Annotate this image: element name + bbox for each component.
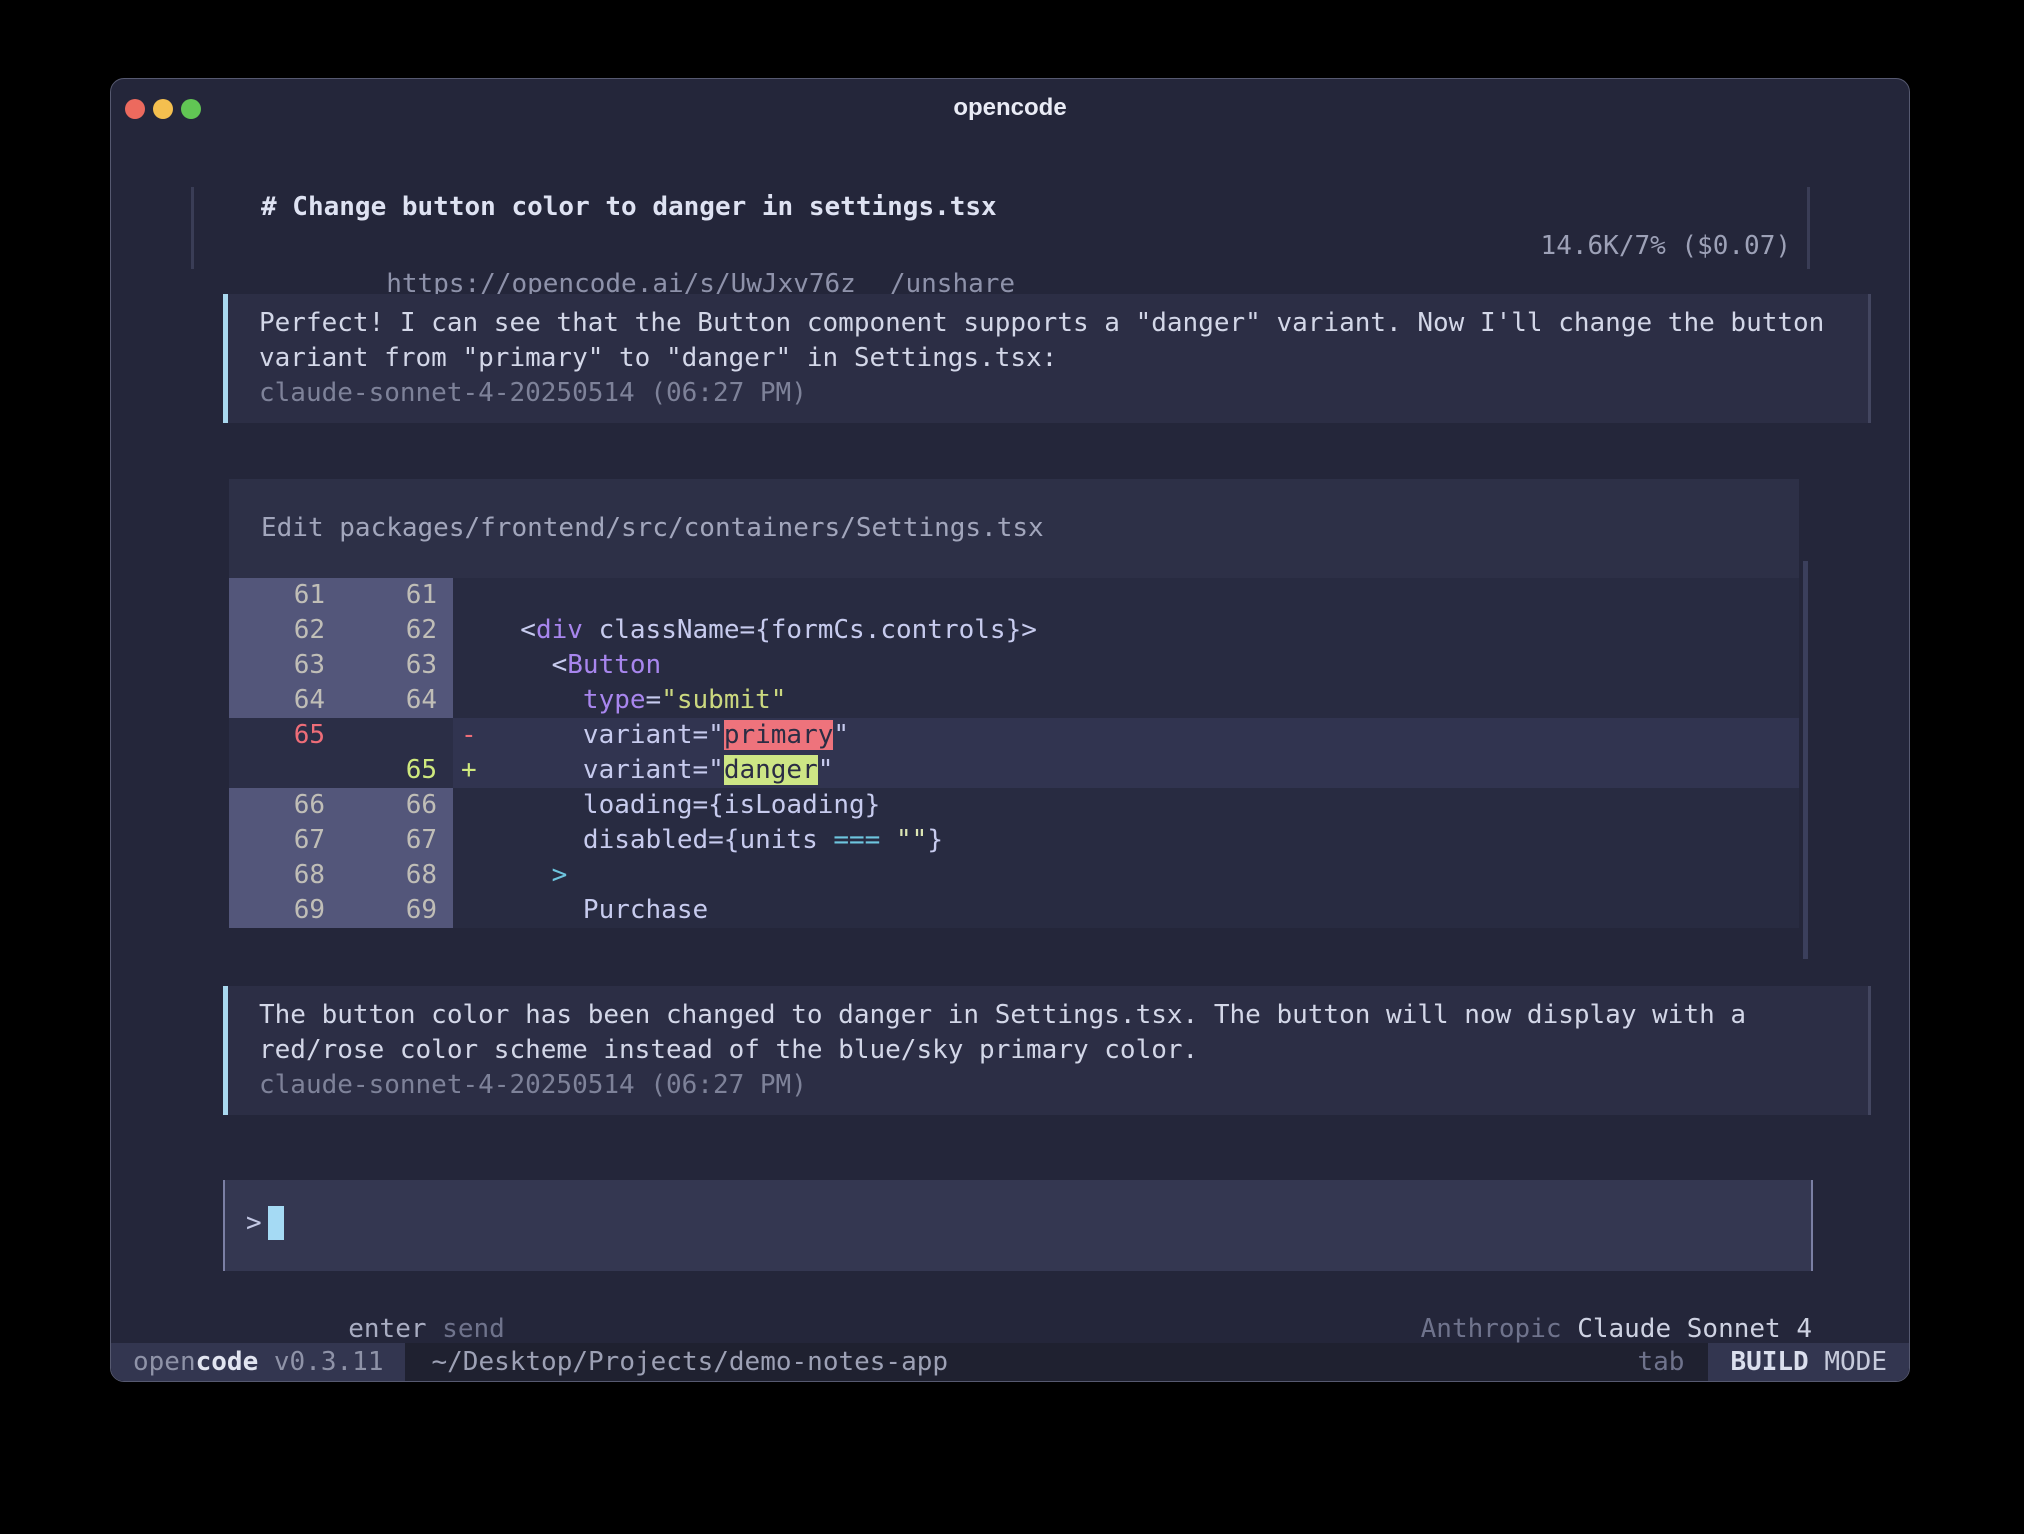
hint-row: enter send Anthropic Claude Sonnet 4 (223, 1277, 1812, 1312)
diff-row: 65+ variant="danger" (229, 753, 1799, 788)
diff-new-lineno: 65 (341, 753, 453, 788)
app-version-segment: opencode v0.3.11 (111, 1343, 405, 1381)
diff-old-lineno: 63 (229, 648, 341, 683)
diff-code-line: > (489, 858, 1799, 893)
diff-new-lineno: 68 (341, 858, 453, 893)
assistant-message: Perfect! I can see that the Button compo… (223, 294, 1871, 423)
message-meta: claude-sonnet-4-20250514 (06:27 PM) (259, 376, 1840, 411)
diff-old-lineno (229, 753, 341, 788)
diff-row: 6666 loading={isLoading} (229, 788, 1799, 823)
assistant-message: The button color has been changed to dan… (223, 986, 1871, 1115)
diff-change-marker: + (453, 753, 489, 788)
diff-code-line: <div className={formCs.controls}> (489, 613, 1799, 648)
mode-switch-key[interactable]: tab (1637, 1347, 1684, 1377)
prompt-symbol: > (246, 1208, 262, 1238)
app-name-light: open (133, 1347, 196, 1377)
window-title: opencode (111, 94, 1909, 122)
screen: opencode # Change button color to danger… (0, 0, 2024, 1534)
app-version: v0.3.11 (258, 1347, 383, 1377)
mode-suffix: MODE (1809, 1347, 1887, 1377)
diff-change-marker: - (453, 718, 489, 753)
diff-old-lineno: 68 (229, 858, 341, 893)
diff-row: 6969 Purchase (229, 893, 1799, 928)
diff-new-lineno (341, 718, 453, 753)
enter-action-hint: send (427, 1314, 505, 1344)
session-title: # Change button color to danger in setti… (194, 187, 1807, 227)
diff-row: 6363 <Button (229, 648, 1799, 683)
diff-row: 6161 (229, 578, 1799, 613)
diff-change-marker (453, 788, 489, 823)
session-header: # Change button color to danger in setti… (191, 187, 1810, 269)
diff-row: 65 - variant="primary" (229, 718, 1799, 753)
edit-tool-card: Edit packages/frontend/src/containers/Se… (229, 479, 1799, 928)
diff-old-lineno: 69 (229, 893, 341, 928)
titlebar: opencode (111, 79, 1909, 137)
diff-code-line: <Button (489, 648, 1799, 683)
diff-code-line: Purchase (489, 893, 1799, 928)
diff-old-lineno: 64 (229, 683, 341, 718)
working-directory: ~/Desktop/Projects/demo-notes-app (431, 1347, 948, 1377)
diff-new-lineno: 63 (341, 648, 453, 683)
prompt-input[interactable]: > (223, 1180, 1813, 1271)
diff-code-line: variant="danger" (489, 753, 1799, 788)
diff-row: 6262 <div className={formCs.controls}> (229, 613, 1799, 648)
diff-code-line: disabled={units === ""} (489, 823, 1799, 858)
diff-change-marker (453, 648, 489, 683)
status-bar: opencode v0.3.11 ~/Desktop/Projects/demo… (111, 1343, 1909, 1381)
context-stats: 14.6K/7% ($0.07) (1541, 227, 1791, 265)
diff-code-line: variant="primary" (489, 718, 1799, 753)
edit-tool-title: Edit packages/frontend/src/containers/Se… (229, 479, 1799, 578)
diff-old-lineno: 65 (229, 718, 341, 753)
diff-change-marker (453, 823, 489, 858)
diff-change-marker (453, 893, 489, 928)
mode-name: BUILD (1730, 1347, 1808, 1377)
diff-code-line: type="submit" (489, 683, 1799, 718)
diff-row: 6868 > (229, 858, 1799, 893)
app-name-bold: code (196, 1347, 259, 1377)
text-cursor (268, 1206, 284, 1240)
diff-change-marker (453, 683, 489, 718)
app-window: opencode # Change button color to danger… (110, 78, 1910, 1382)
diff-new-lineno: 66 (341, 788, 453, 823)
diff-row: 6767 disabled={units === ""} (229, 823, 1799, 858)
message-text: The button color has been changed to dan… (259, 998, 1840, 1068)
scrollbar[interactable] (1803, 561, 1808, 959)
diff-new-lineno: 69 (341, 893, 453, 928)
enter-key-hint: enter (348, 1314, 426, 1344)
mode-segment: BUILD MODE (1708, 1343, 1909, 1381)
diff-change-marker (453, 613, 489, 648)
diff-old-lineno: 67 (229, 823, 341, 858)
diff-code-line: loading={isLoading} (489, 788, 1799, 823)
provider-label: Anthropic (1421, 1314, 1578, 1344)
message-text: Perfect! I can see that the Button compo… (259, 306, 1840, 376)
diff-change-marker (453, 578, 489, 613)
diff-new-lineno: 64 (341, 683, 453, 718)
model-label: Claude Sonnet 4 (1577, 1314, 1812, 1344)
diff-code-line (489, 578, 1799, 613)
diff-old-lineno: 61 (229, 578, 341, 613)
diff-new-lineno: 67 (341, 823, 453, 858)
diff-change-marker (453, 858, 489, 893)
diff-old-lineno: 62 (229, 613, 341, 648)
message-meta: claude-sonnet-4-20250514 (06:27 PM) (259, 1068, 1840, 1103)
diff-old-lineno: 66 (229, 788, 341, 823)
diff-new-lineno: 61 (341, 578, 453, 613)
diff-row: 6464 type="submit" (229, 683, 1799, 718)
diff-view: 61616262 <div className={formCs.controls… (229, 578, 1799, 928)
diff-new-lineno: 62 (341, 613, 453, 648)
